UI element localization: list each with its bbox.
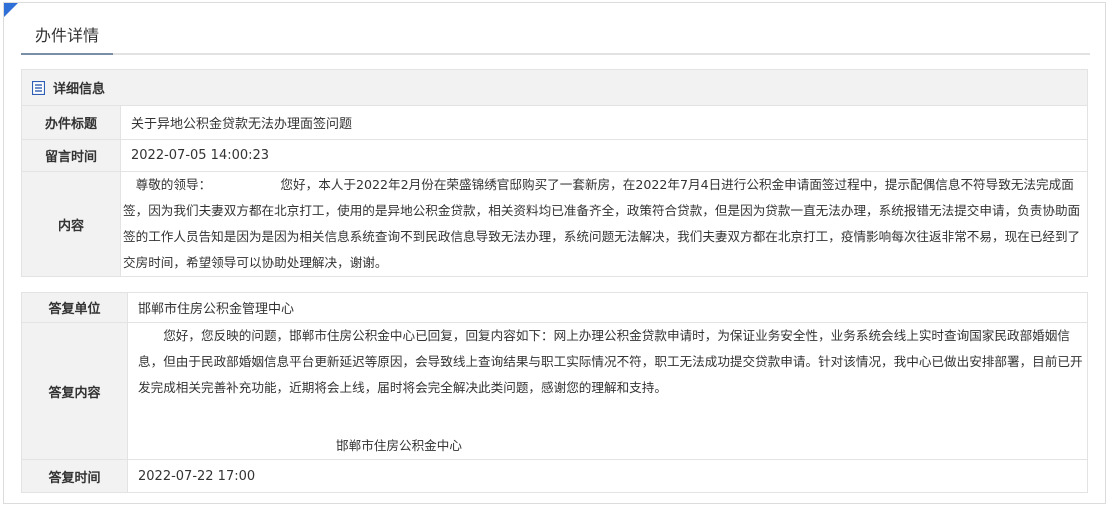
time-value: 2022-07-05 14:00:23 bbox=[119, 139, 1089, 172]
reply-time-value: 2022-07-22 17:00 bbox=[127, 459, 1088, 493]
table-row: 答复单位 邯郸市住房公积金管理中心 bbox=[21, 292, 1088, 323]
corner-marker bbox=[4, 3, 18, 17]
reply-content-label: 答复内容 bbox=[21, 322, 128, 460]
table-row: 答复内容 您好，您反映的问题，邯郸市住房公积金中心已回复，回复内容如下：网上办理… bbox=[21, 322, 1088, 460]
section-header: 详细信息 bbox=[20, 69, 1089, 106]
reply-table: 答复单位 邯郸市住房公积金管理中心 答复内容 您好，您反映的问题，邯郸市住房公积… bbox=[21, 292, 1088, 493]
page-title: 办件详情 bbox=[21, 19, 114, 55]
content-label: 内容 bbox=[21, 171, 121, 277]
reply-unit-value: 邯郸市住房公积金管理中心 bbox=[127, 292, 1088, 323]
reply-content-cell: 您好，您反映的问题，邯郸市住房公积金中心已回复，回复内容如下：网上办理公积金贷款… bbox=[127, 322, 1088, 460]
section-title: 详细信息 bbox=[53, 82, 106, 97]
table-row: 内容 尊敬的领导： 您好，本人于2022年2月份在荣盛锦绣官邸购买了一套新房，在… bbox=[21, 171, 1089, 277]
detail-table: 详细信息 办件标题 关于异地公积金贷款无法办理面签问题 留言时间 2022-07… bbox=[20, 69, 1089, 277]
title-value: 关于异地公积金贷款无法办理面签问题 bbox=[119, 105, 1089, 140]
section-header-cell: 详细信息 bbox=[20, 69, 1089, 106]
time-label: 留言时间 bbox=[21, 139, 121, 172]
reply-time-label: 答复时间 bbox=[21, 459, 128, 493]
table-row: 答复时间 2022-07-22 17:00 bbox=[21, 459, 1088, 493]
reply-content-text: 您好，您反映的问题，邯郸市住房公积金中心已回复，回复内容如下：网上办理公积金贷款… bbox=[138, 328, 1083, 395]
reply-unit-label: 答复单位 bbox=[21, 292, 128, 323]
content-text: 尊敬的领导： 您好，本人于2022年2月份在荣盛锦绣官邸购买了一套新房，在202… bbox=[119, 171, 1089, 277]
document-icon bbox=[31, 80, 46, 96]
title-label: 办件标题 bbox=[21, 105, 121, 140]
panel-header: 办件详情 bbox=[21, 19, 1090, 55]
table-row: 办件标题 关于异地公积金贷款无法办理面签问题 bbox=[21, 105, 1089, 140]
reply-signature: 邯郸市住房公积金中心 bbox=[336, 438, 462, 453]
table-row: 留言时间 2022-07-05 14:00:23 bbox=[21, 139, 1089, 172]
